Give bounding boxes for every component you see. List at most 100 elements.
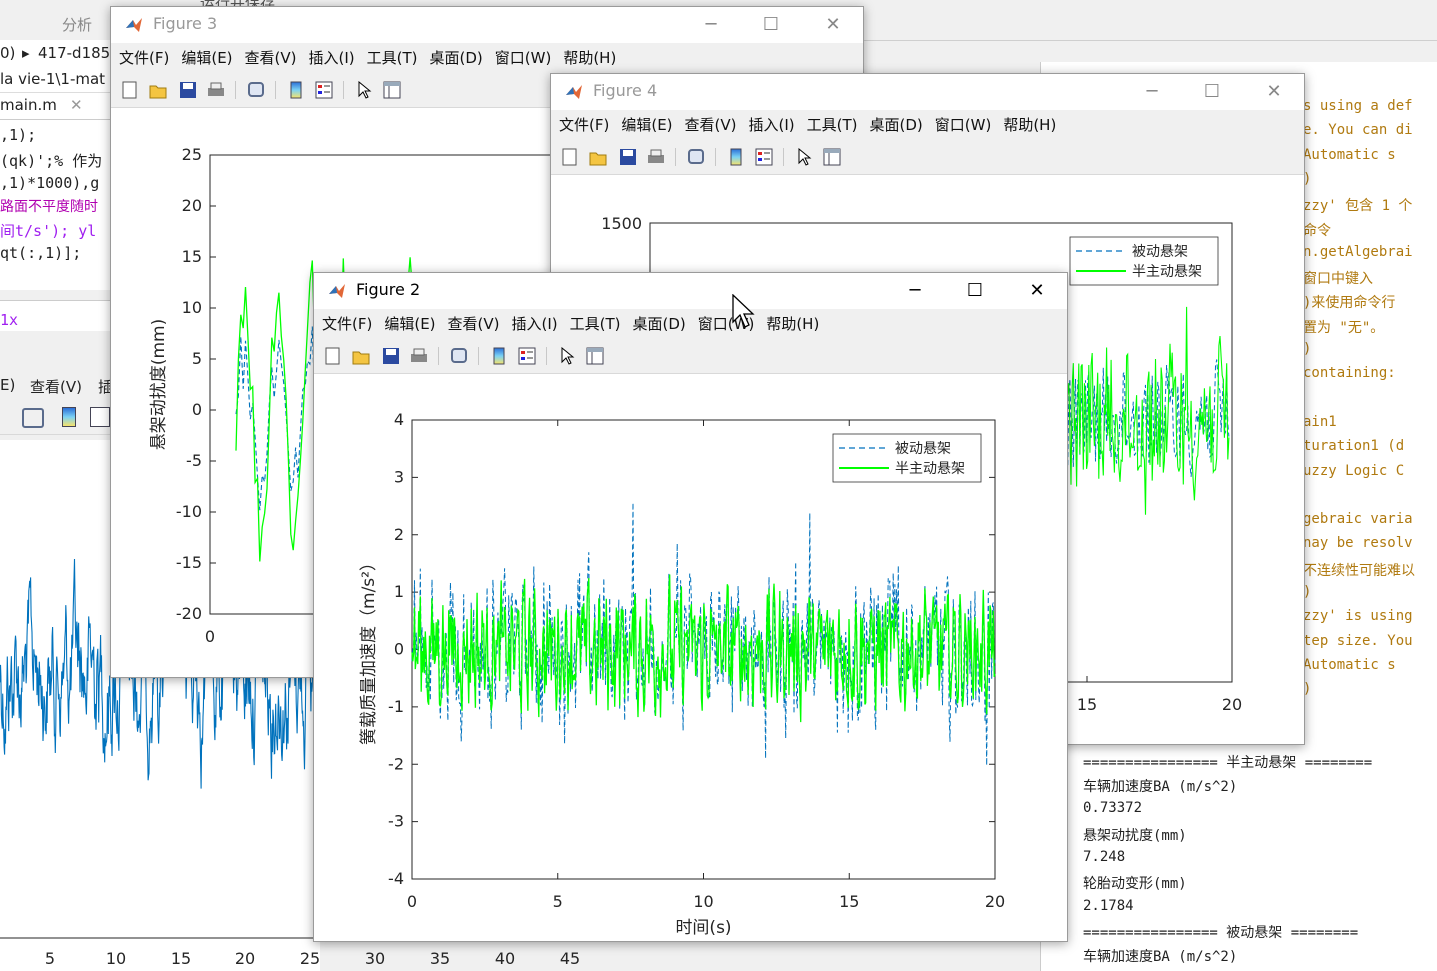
- close-icon[interactable]: ✕: [70, 96, 83, 114]
- matlab-logo-icon: [329, 284, 345, 298]
- menu-item[interactable]: 查看(V): [30, 376, 82, 397]
- new-figure-icon[interactable]: [324, 347, 342, 365]
- path-bar[interactable]: 0) ▸ 417-d185: [0, 40, 110, 68]
- console-line: Automatic s: [1303, 656, 1396, 673]
- minimize-icon[interactable]: ─: [903, 279, 927, 303]
- print-preview-icon[interactable]: [247, 81, 265, 99]
- console-line: ain1: [1303, 413, 1337, 430]
- colorbar-icon[interactable]: [62, 407, 76, 427]
- x-tick-label: 45: [560, 949, 580, 968]
- colorbar-icon[interactable]: [490, 347, 508, 365]
- maximize-icon[interactable]: ☐: [963, 279, 987, 303]
- menu-file[interactable]: 文件(F): [119, 43, 169, 73]
- maximize-icon[interactable]: ☐: [1200, 80, 1224, 104]
- console-line: 车辆加速度BA (m/s^2): [1083, 949, 1238, 965]
- minimize-icon[interactable]: ─: [699, 13, 723, 37]
- toolbar-separator: [275, 81, 276, 99]
- print-preview-icon[interactable]: [450, 347, 468, 365]
- y-axis-label: 悬架动扰度(mm): [149, 319, 169, 450]
- menu-file[interactable]: 文件(F): [559, 110, 609, 140]
- figure2-axes[interactable]: 43210-1-2-3-40 5 10 15 20时间(s)簧载质量加速度（m/s²）被…: [314, 374, 1065, 939]
- code-line: qt(:,1)];: [0, 244, 82, 262]
- toolbar-separator: [715, 148, 716, 166]
- new-figure-icon[interactable]: [121, 81, 139, 99]
- menu-edit[interactable]: 编辑(E): [621, 110, 672, 140]
- menu-view[interactable]: 查看(V): [685, 110, 737, 140]
- maximize-icon[interactable]: ☐: [759, 13, 783, 37]
- save-icon[interactable]: [619, 148, 637, 166]
- open-file-icon[interactable]: [352, 347, 370, 365]
- open-file-icon[interactable]: [589, 148, 607, 166]
- legend-icon[interactable]: [518, 347, 536, 365]
- colorbar-icon[interactable]: [727, 148, 745, 166]
- menu-help[interactable]: 帮助(H): [1003, 110, 1056, 140]
- legend[interactable]: 被动悬架半主动悬架: [832, 433, 982, 483]
- open-file-icon[interactable]: [149, 81, 167, 99]
- pointer-icon[interactable]: [355, 80, 373, 99]
- menu-desktop[interactable]: 桌面(D): [870, 110, 923, 140]
- mouse-cursor-icon: [732, 294, 755, 328]
- menu-insert[interactable]: 插入(I): [512, 309, 558, 339]
- menu-help[interactable]: 帮助(H): [563, 43, 616, 73]
- minimize-icon[interactable]: ─: [1140, 80, 1164, 104]
- figure4-titlebar[interactable]: Figure 4 ─ ☐ ✕: [551, 74, 1304, 110]
- menu-window[interactable]: 窗口(W): [935, 110, 992, 140]
- menu-edit[interactable]: 编辑(E): [384, 309, 435, 339]
- figure3-titlebar[interactable]: Figure 3 ─ ☐ ✕: [111, 7, 863, 43]
- figure2-window[interactable]: Figure 2 ─ ☐ ✕ 文件(F) 编辑(E) 查看(V) 插入(I) 工具(T)…: [313, 272, 1068, 942]
- property-editor-icon[interactable]: [823, 148, 841, 166]
- print-preview-icon[interactable]: [22, 408, 44, 428]
- console-line: 0.73372: [1083, 800, 1143, 817]
- save-icon[interactable]: [382, 347, 400, 365]
- menu-tools[interactable]: 工具(T): [367, 43, 418, 73]
- menu-edit[interactable]: 编辑(E): [181, 43, 232, 73]
- save-icon[interactable]: [179, 81, 197, 99]
- tab-analysis[interactable]: 分析: [62, 14, 92, 35]
- code-line: ,1);: [0, 126, 37, 144]
- legend-icon[interactable]: [755, 148, 773, 166]
- close-icon[interactable]: ✕: [821, 13, 845, 37]
- figure2-titlebar[interactable]: Figure 2 ─ ☐ ✕: [314, 273, 1067, 309]
- legend-entry: 半主动悬架: [895, 461, 965, 477]
- console-line: 悬架动扰度(mm): [1083, 827, 1187, 844]
- menu-tools[interactable]: 工具(T): [570, 309, 621, 339]
- menu-insert[interactable]: 插入(I): [749, 110, 795, 140]
- y-tick-label: 25: [182, 145, 202, 164]
- x-axis-label: 时间(s): [675, 918, 731, 938]
- colorbar-icon[interactable]: [287, 81, 305, 99]
- menu-view[interactable]: 查看(V): [245, 43, 297, 73]
- menu-view[interactable]: 查看(V): [448, 309, 500, 339]
- menu-help[interactable]: 帮助(H): [766, 309, 819, 339]
- menu-insert[interactable]: 插入(I): [309, 43, 355, 73]
- menu-tools[interactable]: 工具(T): [807, 110, 858, 140]
- property-editor-icon[interactable]: [383, 81, 401, 99]
- editor-tab-main[interactable]: main.m ✕: [0, 93, 110, 120]
- print-icon[interactable]: [410, 347, 428, 365]
- print-icon[interactable]: [647, 148, 665, 166]
- menu-window[interactable]: 窗口(W): [495, 43, 552, 73]
- console-line: 窗口中键入: [1303, 271, 1373, 288]
- variable-name[interactable]: 1x: [0, 311, 18, 329]
- console-line: e. You can di: [1303, 122, 1413, 139]
- toolbar-separator: [343, 81, 344, 99]
- menu-desktop[interactable]: 桌面(D): [430, 43, 483, 73]
- console-line: 7.248: [1083, 848, 1126, 865]
- print-preview-icon[interactable]: [687, 148, 705, 166]
- menu-desktop[interactable]: 桌面(D): [633, 309, 686, 339]
- property-editor-icon[interactable]: [586, 347, 604, 365]
- legend-icon[interactable]: [315, 81, 333, 99]
- close-icon[interactable]: ✕: [1025, 279, 1049, 303]
- legend[interactable]: 被动悬架半主动悬架: [1069, 236, 1219, 286]
- console-line: )来使用命令行: [1303, 295, 1396, 312]
- pointer-icon[interactable]: [558, 346, 576, 365]
- code-editor[interactable]: ,1); (qk)';% 作为 ,1)*1000),g 路面不平度随时 间t/s…: [0, 120, 110, 290]
- menu-item[interactable]: E): [0, 376, 15, 394]
- print-icon[interactable]: [207, 81, 225, 99]
- legend-icon[interactable]: [90, 407, 110, 427]
- menu-file[interactable]: 文件(F): [322, 309, 372, 339]
- code-line: 路面不平度随时: [0, 199, 98, 215]
- new-figure-icon[interactable]: [561, 148, 579, 166]
- pointer-icon[interactable]: [795, 147, 813, 166]
- close-icon[interactable]: ✕: [1262, 80, 1286, 104]
- console-line: 轮胎动变形(mm): [1083, 876, 1187, 893]
